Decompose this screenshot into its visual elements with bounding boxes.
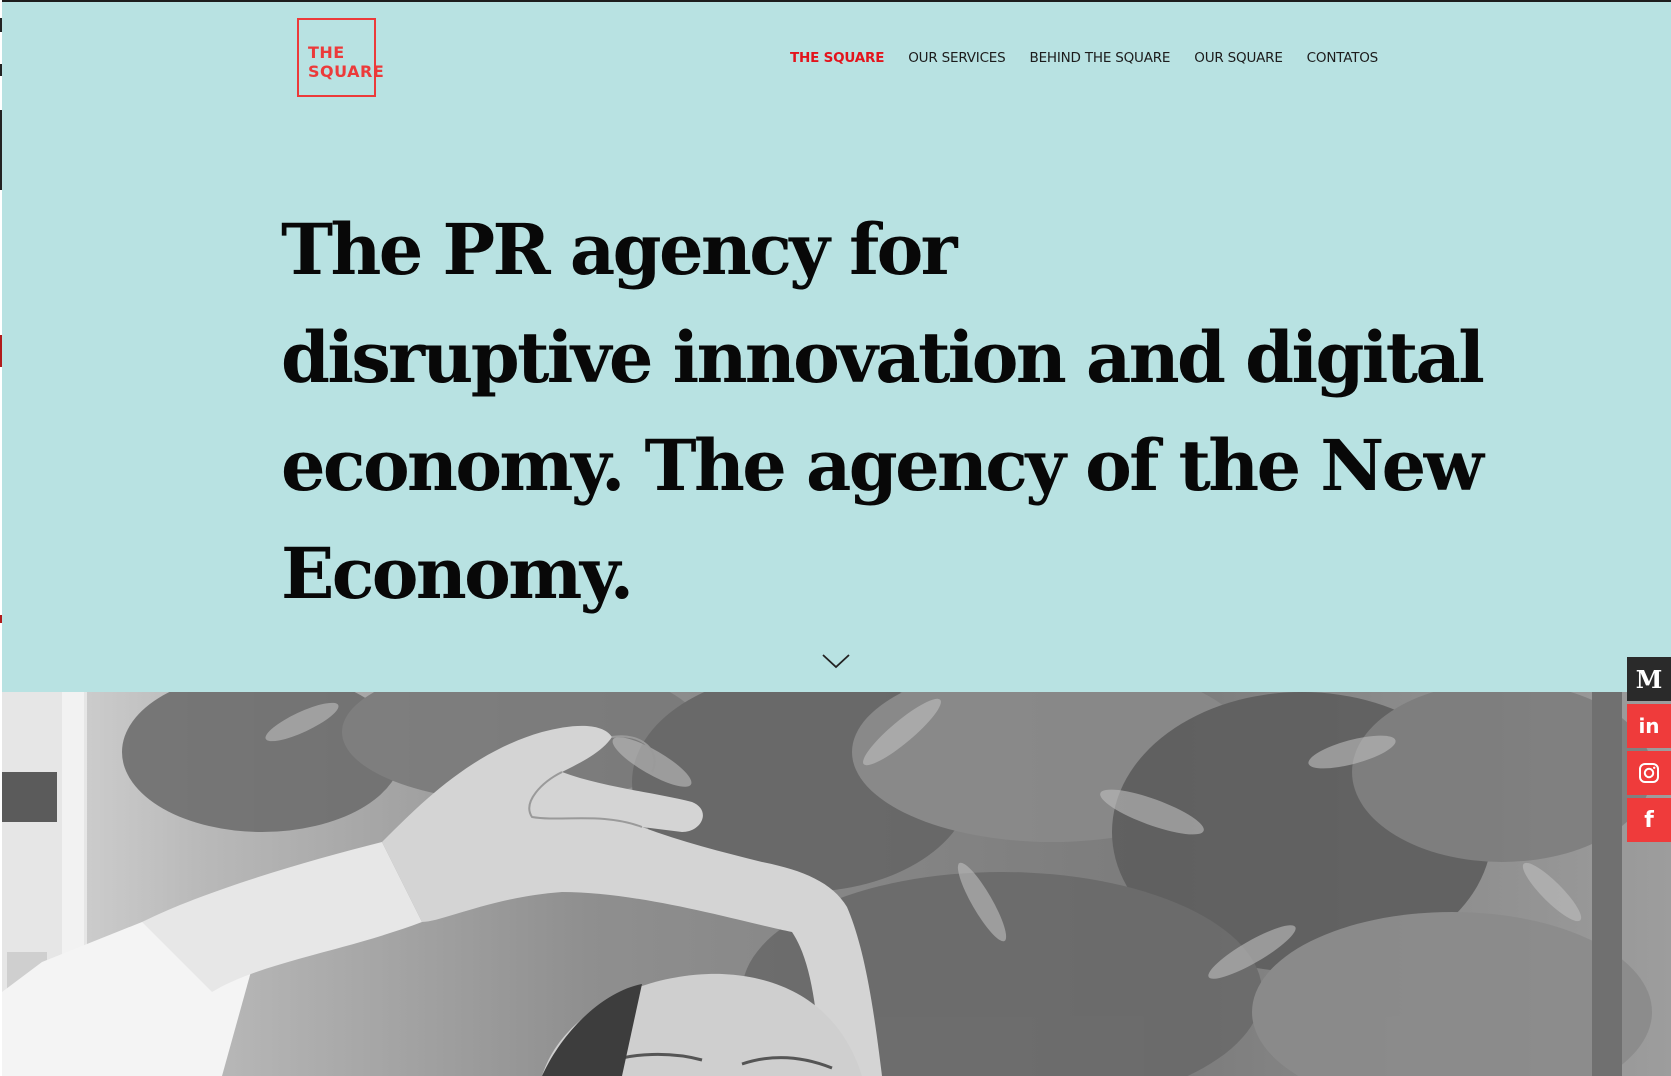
chevron-down-icon[interactable] [820, 650, 852, 672]
main-nav: THE SQUARE OUR SERVICES BEHIND THE SQUAR… [790, 50, 1378, 66]
left-edge-mark [0, 18, 2, 32]
facebook-icon: f [1644, 807, 1654, 833]
brand-logo[interactable]: THE SQUARE [297, 18, 384, 97]
left-edge-mark [0, 110, 2, 190]
hero-photo [2, 692, 1671, 1076]
hero-line: economy. The agency of the New [281, 424, 1484, 507]
left-edge-mark [0, 615, 2, 623]
nav-item-contatos[interactable]: CONTATOS [1307, 50, 1379, 66]
medium-icon: M [1635, 664, 1663, 694]
instagram-icon [1638, 762, 1660, 784]
nav-item-the-square[interactable]: THE SQUARE [790, 50, 884, 66]
instagram-link[interactable] [1627, 751, 1671, 795]
hero-headline: The PR agency for disruptive innovation … [281, 196, 1485, 628]
hero-line: The PR agency for [281, 208, 958, 291]
facebook-link[interactable]: f [1627, 798, 1671, 842]
nav-item-our-services[interactable]: OUR SERVICES [908, 50, 1005, 66]
nav-item-behind-the-square[interactable]: BEHIND THE SQUARE [1030, 50, 1171, 66]
medium-link[interactable]: M [1627, 657, 1671, 701]
logo-line-2: SQUARE [308, 62, 385, 81]
logo-line-1: THE [308, 43, 345, 62]
window-top-border [0, 0, 1671, 2]
left-edge-mark [0, 64, 2, 76]
left-edge-mark [0, 335, 2, 367]
linkedin-icon: in [1638, 714, 1660, 738]
linkedin-link[interactable]: in [1627, 704, 1671, 748]
hero-line: Economy. [281, 532, 634, 615]
social-sidebar: M in f [1627, 657, 1671, 845]
hero-line: disruptive innovation and digital [281, 316, 1485, 399]
page: THE SQUARE THE SQUARE OUR SERVICES BEHIN… [0, 0, 1671, 1076]
nav-item-our-square[interactable]: OUR SQUARE [1194, 50, 1283, 66]
